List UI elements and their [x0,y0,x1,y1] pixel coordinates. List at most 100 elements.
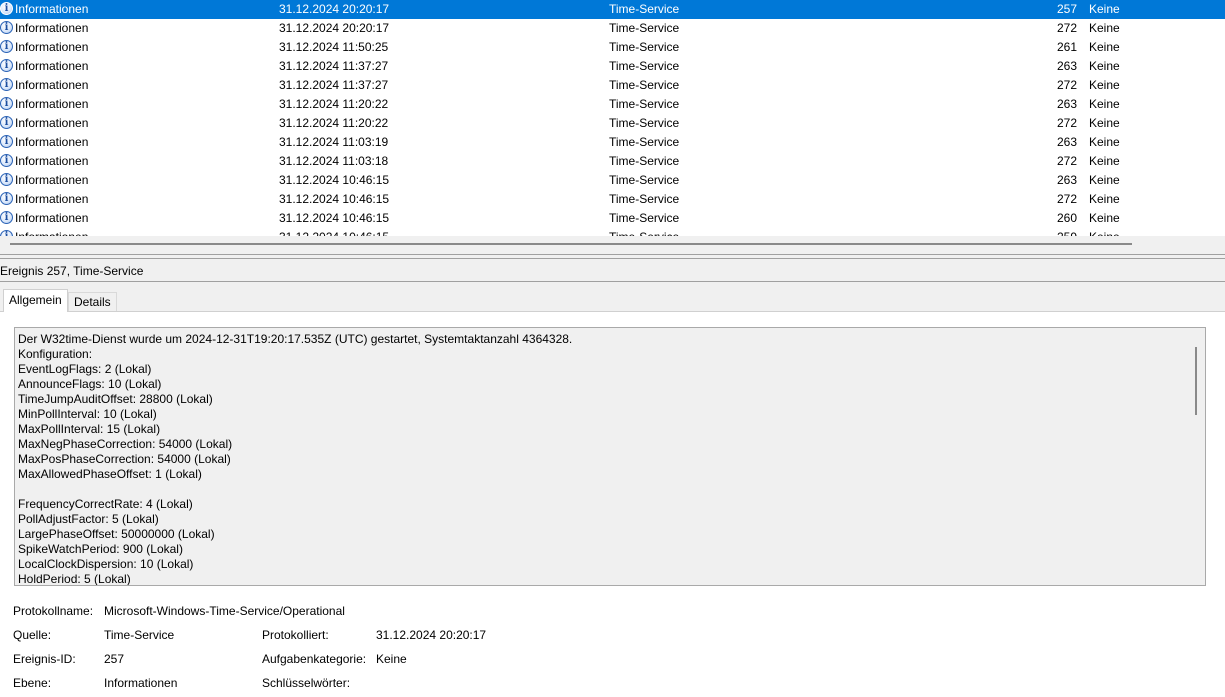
event-level-cell: Informationen [15,116,89,130]
event-source-cell: Time-Service [609,192,680,206]
event-id-cell: 272 [1056,21,1077,35]
message-line: MaxAllowedPhaseOffset: 1 (Lokal) [18,467,202,481]
message-line: MinPollInterval: 10 (Lokal) [18,407,157,421]
message-line: Der W32time-Dienst wurde um 2024-12-31T1… [18,332,573,346]
message-line: LargePhaseOffset: 50000000 (Lokal) [18,527,215,541]
event-task-cell: Keine [1089,154,1120,168]
event-source-cell: Time-Service [609,228,679,236]
log-name-value: Microsoft-Windows-Time-Service/Operation… [104,604,345,618]
event-source-cell: Time-Service [609,135,680,149]
information-icon: i [0,40,13,53]
information-icon: i [0,192,13,205]
event-task-cell: Keine [1089,173,1120,187]
event-id-cell: 261 [1056,40,1077,54]
event-date-cell: 31.12.2024 10:46:15 [279,173,390,187]
event-level-cell: Informationen [15,78,89,92]
event-level-cell: Informationen [15,2,89,16]
event-message-box[interactable]: Der W32time-Dienst wurde um 2024-12-31T1… [14,327,1206,586]
message-line: SpikeWatchPeriod: 900 (Lokal) [18,542,183,556]
information-icon: i [0,173,13,186]
list-horizontal-scrollbar[interactable] [0,236,1225,253]
event-task-cell: Keine [1089,78,1120,92]
message-line: EventLogFlags: 2 (Lokal) [18,362,152,376]
event-task-cell: Keine [1089,40,1120,54]
message-vertical-scrollbar[interactable] [1189,329,1205,585]
event-row[interactable]: i Informationen 31.12.2024 11:20:22 Time-Se… [0,114,1225,133]
event-row[interactable]: iInformationen31.12.2024 10:46:15Time-Se… [0,190,1225,209]
event-row[interactable]: i Informationen 31.12.2024 20:20:17 Time-Se… [0,19,1225,38]
source-label: Quelle: [13,628,52,642]
message-line: TimeJumpAuditOffset: 28800 (Lokal) [18,392,213,406]
event-row[interactable]: i Informationen 31.12.2024 11:20:22 Time-Se… [0,95,1225,114]
event-id-value: 257 [104,652,125,666]
event-level-cell: Informationen [15,154,89,168]
message-line: MaxPosPhaseCorrection: 54000 (Lokal) [18,452,231,466]
event-id-cell: 272 [1056,116,1077,130]
event-id-cell: 259 [1040,228,1077,236]
event-level-cell: Informationen [15,21,89,35]
message-line: PollAdjustFactor: 5 (Lokal) [18,512,159,526]
event-row[interactable]: iInformationen 31.12.2024 10:46:15 Time-Se… [0,209,1225,228]
event-date-cell: 31.12.2024 11:37:27 [279,78,389,92]
event-source-cell: Time-Service [609,154,680,168]
event-date-cell: 31.12.2024 11:50:25 [279,40,389,54]
pane-divider[interactable] [0,254,1225,255]
information-icon: i [0,135,13,148]
event-date-cell: 31.12.2024 11:03:18 [279,154,389,168]
event-id-cell: 272 [1056,154,1077,168]
event-date-cell: 31.12.2024 10:46:15 [279,211,390,225]
scrollbar-thumb[interactable] [10,243,1132,245]
event-source-cell: Time-Service [609,59,680,73]
message-line: HoldPeriod: 5 (Lokal) [18,572,131,586]
information-icon: i [0,78,13,91]
message-line: Konfiguration: [18,347,93,361]
message-line: LocalClockDispersion: 10 (Lokal) [18,557,194,571]
event-row[interactable]: i Informationen 31.12.2024 11:03:18 Time-Se… [0,152,1225,171]
event-level-cell: Informationen [15,211,89,225]
event-row[interactable]: i Informationen 31.12.2024 11:37:27 Time-Se… [0,57,1225,76]
keywords-label: Schlüsselwörter: [262,676,351,690]
event-level-cell: Informationen [15,173,89,187]
event-source-cell: Time-Service [609,173,680,187]
message-line: FrequencyCorrectRate: 4 (Lokal) [18,497,193,511]
log-name-label: Protokollname: [13,604,94,618]
task-category-label: Aufgabenkategorie: [262,652,367,666]
information-icon: i [0,154,13,167]
event-id-cell: 272 [1056,192,1077,206]
information-icon: i [0,211,13,224]
event-row[interactable]: i Informationen 31.12.2024 20:20:17 Time-Se… [0,0,1225,19]
event-source-cell: Time-Service [609,211,680,225]
event-date-cell: 31.12.2024 11:37:27 [279,59,389,73]
event-row[interactable]: iInformationen 31.12.2024 10:46:15 Time-Se… [0,171,1225,190]
event-id-cell: 257 [1056,2,1077,16]
tab-details[interactable]: Details [68,292,117,311]
information-icon: i [0,21,13,34]
event-row[interactable]: i Informationen 31.12.2024 11:03:19 Time-Se… [0,133,1225,152]
event-source-cell: Time-Service [609,40,680,54]
information-icon: i [0,2,13,15]
level-value: Informationen [104,676,178,690]
scrollbar-thumb[interactable] [1195,347,1197,415]
event-level-cell: Informationen [15,228,88,236]
event-date-cell: 31.12.2024 11:03:19 [279,135,389,149]
information-icon: i [0,116,13,129]
event-id-cell: 272 [1056,78,1077,92]
event-task-cell: Keine [1089,59,1120,73]
event-date-cell: 31.12.2024 11:20:22 [279,116,389,130]
message-line [18,482,572,497]
event-date-cell: 31.12.2024 10:46:15 [279,228,389,236]
event-row[interactable]: i Informationen 31.12.2024 11:50:25 Time-Se… [0,38,1225,57]
detail-header-separator [0,281,1225,282]
event-task-cell: Keine [1089,135,1120,149]
event-list[interactable]: i Informationen 31.12.2024 20:20:17 Time-Se… [0,0,1225,236]
event-row[interactable]: iInformationen31.12.2024 10:46:15Time-Se… [0,228,1225,236]
pane-divider-line [0,258,1225,259]
logged-value: 31.12.2024 20:20:17 [376,628,487,642]
event-id-cell: 263 [1056,59,1077,73]
level-label: Ebene: [13,676,52,690]
event-row[interactable]: i Informationen 31.12.2024 11:37:27 Time-Se… [0,76,1225,95]
tab-general[interactable]: Allgemein [3,289,68,312]
message-line: MaxPollInterval: 15 (Lokal) [18,422,161,436]
event-id-cell: 263 [1056,173,1077,187]
event-id-cell: 260 [1056,211,1077,225]
